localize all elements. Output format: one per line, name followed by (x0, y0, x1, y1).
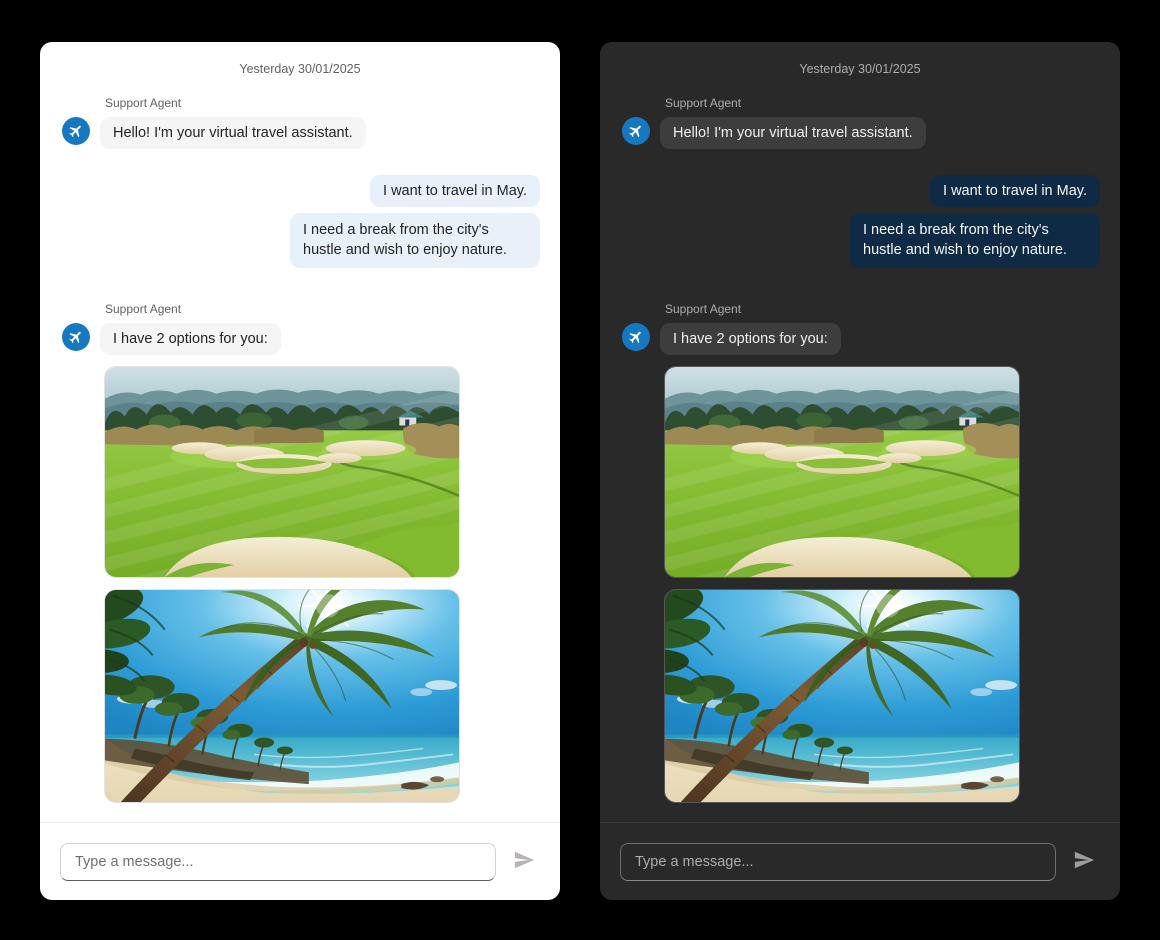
agent-avatar (62, 323, 90, 351)
message-input[interactable] (60, 843, 496, 881)
airplane-icon (68, 123, 84, 139)
airplane-icon (628, 329, 644, 345)
send-arrow-icon (513, 849, 535, 874)
tropical-beach-photo[interactable] (664, 589, 1020, 803)
user-message-bubble: I need a break from the city's hustle an… (850, 213, 1100, 268)
message-list: Yesterday 30/01/2025 Support Agent Hello… (600, 42, 1120, 822)
agent-message-bubble: Hello! I'm your virtual travel assistant… (660, 117, 926, 149)
date-separator: Yesterday 30/01/2025 (60, 62, 540, 77)
chat-panel-dark: Yesterday 30/01/2025 Support Agent Hello… (600, 42, 1120, 900)
send-button[interactable] (1070, 848, 1098, 876)
composer (40, 822, 560, 900)
user-message-bubble: I want to travel in May. (370, 175, 540, 207)
golf-course-photo[interactable] (104, 366, 460, 578)
sender-label: Support Agent (105, 302, 540, 316)
agent-message-bubble: Hello! I'm your virtual travel assistant… (100, 117, 366, 149)
agent-avatar (622, 323, 650, 351)
user-message-bubble: I want to travel in May. (930, 175, 1100, 207)
agent-message-group: Support Agent I have 2 options for you: (62, 302, 540, 803)
sender-label: Support Agent (665, 96, 1100, 110)
user-message-bubble: I need a break from the city's hustle an… (290, 213, 540, 268)
agent-message-group: Support Agent Hello! I'm your virtual tr… (622, 96, 1100, 149)
golf-course-photo[interactable] (664, 366, 1020, 578)
message-list: Yesterday 30/01/2025 Support Agent Hello… (40, 42, 560, 822)
sender-label: Support Agent (665, 302, 1100, 316)
agent-message-bubble: I have 2 options for you: (100, 323, 281, 355)
message-input[interactable] (620, 843, 1056, 881)
agent-avatar (62, 117, 90, 145)
tropical-beach-photo[interactable] (104, 589, 460, 803)
date-separator: Yesterday 30/01/2025 (620, 62, 1100, 77)
send-arrow-icon (1073, 849, 1095, 874)
airplane-icon (68, 329, 84, 345)
send-button[interactable] (510, 848, 538, 876)
agent-message-bubble: I have 2 options for you: (660, 323, 841, 355)
chat-panel-light: Yesterday 30/01/2025 Support Agent Hello… (40, 42, 560, 900)
agent-message-group: Support Agent Hello! I'm your virtual tr… (62, 96, 540, 149)
agent-message-group: Support Agent I have 2 options for you: (622, 302, 1100, 803)
airplane-icon (628, 123, 644, 139)
sender-label: Support Agent (105, 96, 540, 110)
agent-avatar (622, 117, 650, 145)
composer (600, 822, 1120, 900)
